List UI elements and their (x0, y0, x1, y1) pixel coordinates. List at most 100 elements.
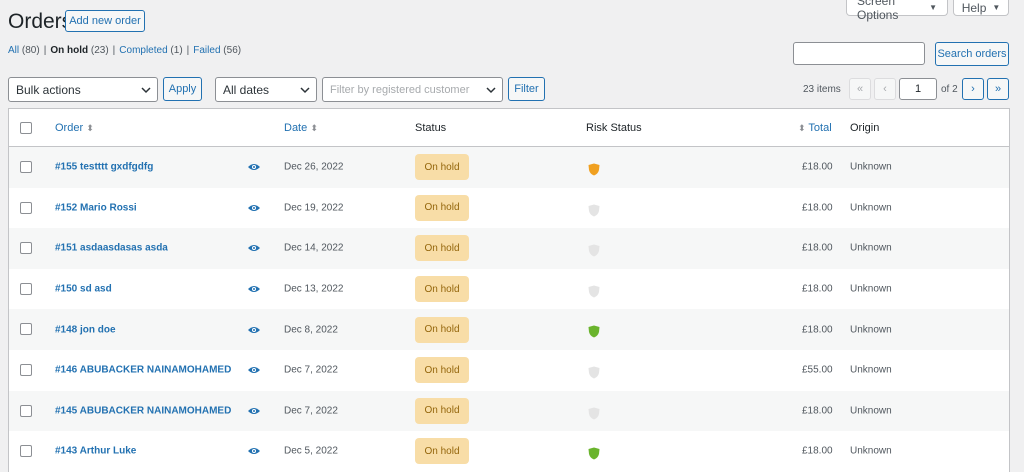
order-total: £18.00 (802, 242, 833, 254)
chevron-down-icon (300, 87, 310, 94)
row-checkbox[interactable] (20, 404, 32, 417)
column-total-header[interactable]: ⬍ Total (798, 122, 832, 134)
status-filter-label: Failed (193, 45, 221, 56)
order-total: £18.00 (802, 202, 833, 214)
order-link[interactable]: #143 Arthur Luke (55, 446, 136, 457)
order-total: £18.00 (802, 324, 833, 336)
order-link[interactable]: #150 sd asd (55, 284, 112, 295)
order-link[interactable]: #155 testttt gxdfgdfg (55, 162, 153, 173)
eye-icon[interactable] (247, 162, 261, 172)
eye-icon[interactable] (247, 406, 261, 416)
status-filter-count: (23) (90, 45, 109, 56)
status-badge: On hold (415, 438, 469, 465)
caret-down-icon: ▼ (992, 3, 1001, 12)
eye-icon[interactable] (247, 365, 261, 375)
row-checkbox[interactable] (20, 201, 32, 214)
row-checkbox[interactable] (20, 364, 32, 376)
sort-icon: ⬍ (798, 123, 806, 133)
row-checkbox[interactable] (20, 282, 32, 295)
help-tab[interactable]: Help ▼ (953, 0, 1009, 16)
status-filter-links: All (80) | On hold (23) | Completed (1) | Fail… (8, 45, 241, 56)
customer-filter-placeholder: Filter by registered customer (330, 83, 470, 96)
status-badge: On hold (415, 357, 469, 384)
search-input[interactable] (793, 42, 925, 65)
current-page-input[interactable]: 1 (899, 78, 937, 100)
order-total: £55.00 (802, 364, 833, 376)
status-filter-completed[interactable]: Completed (1) (119, 45, 182, 56)
status-filter-label: On hold (50, 45, 89, 56)
table-row[interactable]: #152 Mario Rossi Dec 19, 2022 On hold £18.0… (9, 188, 1009, 229)
screen-options-label: Screen Options (857, 0, 899, 22)
table-row[interactable]: #155 testttt gxdfgdfg Dec 26, 2022 On hold… (9, 147, 1009, 188)
order-total: £18.00 (802, 405, 833, 417)
shield-icon (588, 163, 600, 176)
prev-page-button[interactable]: ‹ (874, 78, 896, 100)
order-link[interactable]: #145 ABUBACKER NAINAMOHAMED (55, 405, 231, 416)
shield-icon (588, 407, 600, 420)
next-page-button[interactable]: › (962, 78, 984, 100)
last-page-button[interactable]: » (987, 78, 1009, 100)
status-filter-count: (1) (170, 45, 183, 56)
order-origin: Unknown (850, 445, 892, 457)
table-row[interactable]: #145 ABUBACKER NAINAMOHAMED Dec 7, 2022 On… (9, 390, 1009, 432)
table-row[interactable]: #151 asdaasdasas asda Dec 14, 2022 On hold… (9, 228, 1009, 269)
add-new-order-button[interactable]: Add new order (65, 10, 145, 32)
table-row[interactable]: #150 sd asd Dec 13, 2022 On hold £18.00 Unkn… (9, 269, 1009, 310)
screen-options-tab[interactable]: Screen Options ▼ (846, 0, 948, 22)
status-filter-failed[interactable]: Failed (56) (193, 45, 241, 56)
status-filter-label: Completed (119, 45, 168, 56)
shield-icon (588, 285, 600, 298)
eye-icon[interactable] (247, 325, 261, 335)
status-badge: On hold (415, 316, 469, 343)
select-all-checkbox[interactable] (20, 122, 32, 134)
table-row[interactable]: #143 Arthur Luke Dec 5, 2022 On hold £18.00… (9, 431, 1009, 472)
shield-icon (588, 325, 600, 338)
current-page-value: 1 (914, 83, 922, 95)
order-date: Dec 19, 2022 (284, 202, 344, 214)
order-date: Dec 8, 2022 (284, 324, 338, 336)
table-header: Order ⬍ Date ⬍ Status Risk Status ⬍ Tota… (9, 109, 1009, 147)
status-badge: On hold (415, 235, 469, 262)
order-link[interactable]: #148 jon doe (55, 324, 116, 335)
row-checkbox[interactable] (20, 242, 32, 255)
separator: | (43, 45, 47, 56)
apply-button[interactable]: Apply (163, 77, 202, 101)
row-checkbox[interactable] (20, 323, 32, 336)
dates-select[interactable]: All dates (215, 77, 317, 102)
order-link[interactable]: #151 asdaasdasas asda (55, 243, 168, 254)
eye-icon[interactable] (247, 203, 261, 213)
status-filter-on-hold[interactable]: On hold (23) (50, 45, 108, 56)
column-date-header[interactable]: Date ⬍ (284, 122, 318, 134)
chevron-down-icon (141, 87, 151, 94)
row-checkbox[interactable] (20, 445, 32, 458)
column-total-label: Total (808, 122, 832, 134)
order-total: £18.00 (802, 283, 833, 295)
search-orders-button[interactable]: Search orders (935, 42, 1009, 66)
caret-down-icon: ▼ (929, 3, 937, 12)
status-filter-count: (56) (223, 45, 242, 56)
status-filter-count: (80) (21, 45, 40, 56)
order-link[interactable]: #152 Mario Rossi (55, 202, 137, 213)
eye-icon[interactable] (247, 446, 261, 456)
table-row[interactable]: #148 jon doe Dec 8, 2022 On hold £18.00 Unkn… (9, 309, 1009, 350)
order-link[interactable]: #146 ABUBACKER NAINAMOHAMED (55, 365, 231, 376)
status-badge: On hold (415, 194, 469, 221)
bulk-actions-select[interactable]: Bulk actions (8, 77, 158, 102)
eye-icon[interactable] (247, 284, 261, 294)
column-order-header[interactable]: Order ⬍ (55, 122, 94, 134)
order-origin: Unknown (850, 283, 892, 295)
customer-filter-select[interactable]: Filter by registered customer (322, 77, 503, 102)
eye-icon[interactable] (247, 243, 261, 253)
shield-icon (588, 366, 600, 379)
shield-icon (588, 447, 600, 460)
first-page-button[interactable]: « (849, 78, 871, 100)
filter-button[interactable]: Filter (508, 77, 545, 101)
row-checkbox[interactable] (20, 161, 32, 173)
page-title: Orders (8, 10, 73, 33)
order-total: £18.00 (802, 445, 833, 457)
table-row[interactable]: #146 ABUBACKER NAINAMOHAMED Dec 7, 2022 On… (9, 350, 1009, 391)
separator: | (186, 45, 190, 56)
status-filter-all[interactable]: All (80) (8, 45, 40, 56)
shield-icon (588, 204, 600, 217)
sort-icon: ⬍ (310, 123, 318, 133)
